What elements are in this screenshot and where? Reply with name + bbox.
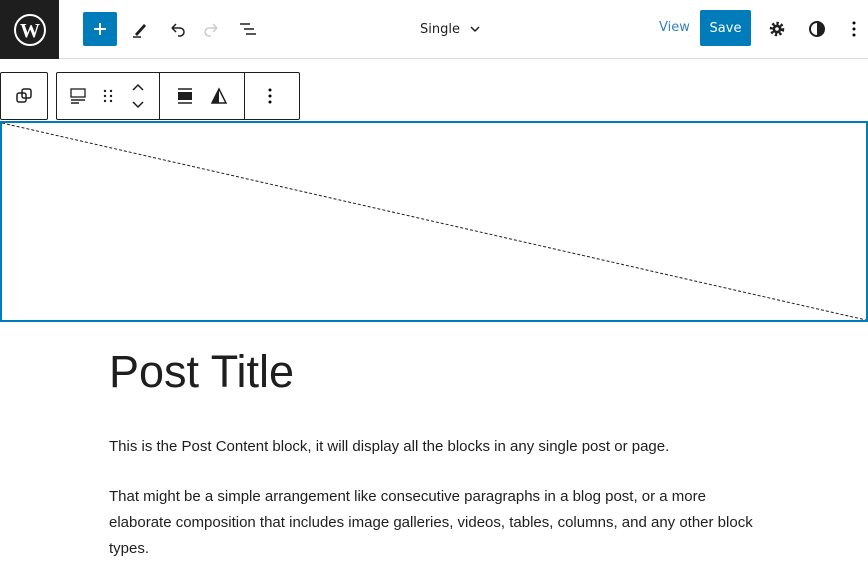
pencil-icon[interactable] [123,12,157,46]
drag-handle-icon[interactable] [95,73,121,119]
svg-text:W: W [20,20,40,42]
add-block-button[interactable] [83,12,117,46]
top-bar: W Single View Save [0,0,868,59]
redo-icon[interactable] [195,12,229,46]
save-button[interactable]: Save [700,10,751,46]
post-paragraph[interactable]: That might be a simple arrangement like … [109,484,764,562]
post-title[interactable]: Post Title [109,346,294,398]
move-up-down-icon[interactable] [121,73,155,119]
plus-icon [94,23,106,35]
template-selector[interactable]: Single [420,12,482,46]
chevron-down-icon [470,26,480,33]
more-options-icon[interactable] [253,73,287,119]
transform-block-button[interactable] [1,73,47,119]
view-link[interactable]: View [659,20,690,35]
duotone-icon[interactable] [202,73,236,119]
undo-icon[interactable] [160,12,194,46]
contrast-icon[interactable] [800,12,834,46]
list-view-icon[interactable] [232,12,266,46]
post-paragraph[interactable]: This is the Post Content block, it will … [109,434,769,460]
gear-icon[interactable] [760,12,794,46]
block-toolbar [56,72,300,120]
cover-icon[interactable] [61,73,95,119]
duplicate-icon [16,88,32,103]
cover-placeholder[interactable] [0,121,868,322]
align-full-icon[interactable] [168,73,202,119]
more-vertical-icon[interactable] [840,12,868,46]
template-name: Single [420,21,460,37]
wordpress-logo[interactable]: W [0,0,59,59]
block-transform-toolbar [0,72,48,120]
